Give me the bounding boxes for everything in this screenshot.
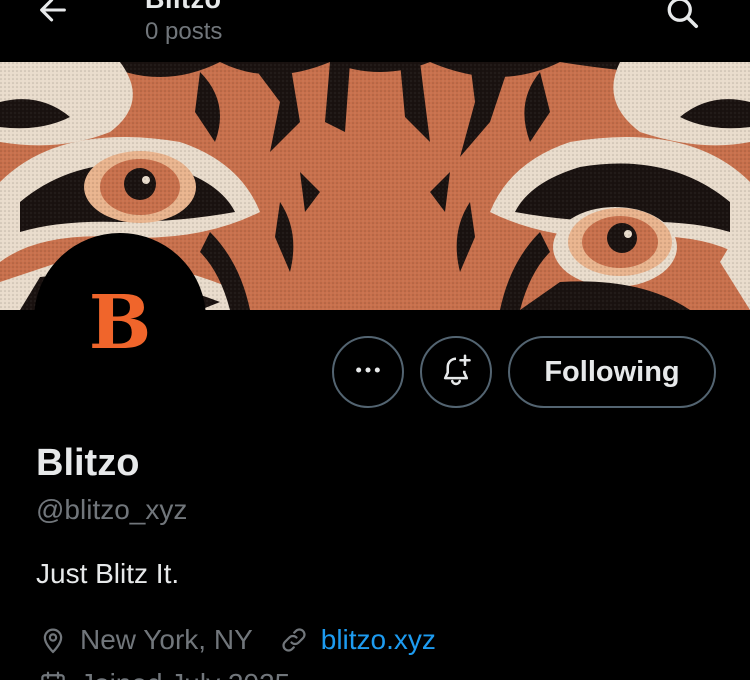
location-text: New York, NY <box>80 624 253 655</box>
bell-plus-icon <box>438 352 474 393</box>
post-count: 0 posts <box>145 18 223 45</box>
location-pin-icon <box>36 623 70 657</box>
more-horizontal-icon <box>352 354 384 391</box>
website-link[interactable]: blitzo.xyz <box>321 624 436 656</box>
bio: Just Blitz It. <box>36 558 180 589</box>
link-icon <box>277 623 311 657</box>
user-handle: @blitzo_xyz <box>36 494 188 525</box>
profile-meta: New York, NY blitzo.xyz <box>36 620 436 660</box>
top-bar: Blitzo 0 posts <box>0 0 750 62</box>
avatar[interactable]: B <box>34 233 206 405</box>
arrow-left-icon <box>36 0 70 32</box>
calendar-icon <box>36 667 70 680</box>
search-button[interactable] <box>660 0 704 36</box>
notifications-button[interactable] <box>420 336 492 408</box>
page-title: Blitzo <box>145 0 222 13</box>
joined-row: Joined July 2025 <box>36 664 290 680</box>
following-button[interactable]: Following <box>508 336 716 408</box>
more-options-button[interactable] <box>332 336 404 408</box>
profile-screen: Blitzo 0 posts <box>0 0 750 680</box>
display-name: Blitzo <box>36 442 140 484</box>
search-icon <box>664 0 700 35</box>
avatar-logo: B <box>88 280 152 366</box>
joined-date: Joined July 2025 <box>80 668 290 680</box>
back-button[interactable] <box>28 0 78 32</box>
